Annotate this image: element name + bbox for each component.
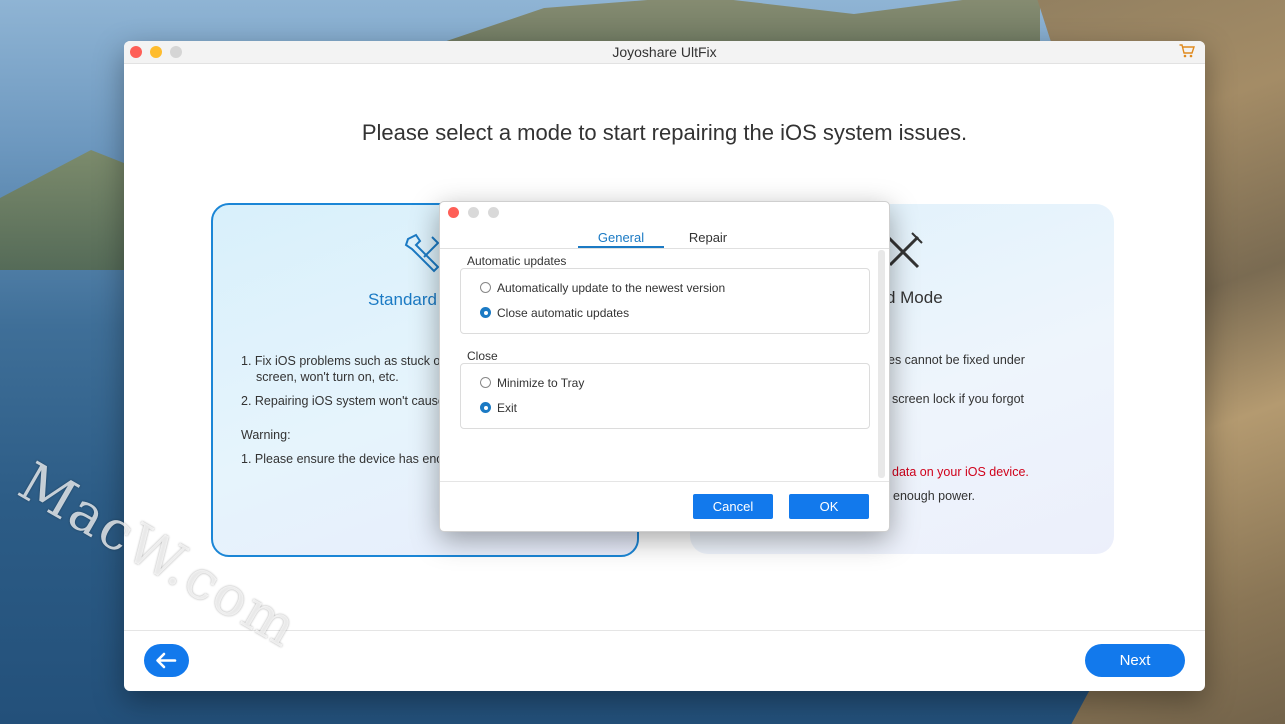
dialog-close-button[interactable] [448,207,459,218]
tab-divider [440,248,889,249]
advanced-feature-2: screen lock if you forgot [892,392,1025,406]
standard-feature-2: 2. Repairing iOS system won't cause a [241,394,456,408]
settings-dialog: General Repair Automatic updates Automat… [439,201,890,532]
automatic-updates-label: Automatic updates [467,254,567,268]
arrow-left-icon [156,652,177,669]
standard-mode-title: Standard [368,290,437,309]
advanced-warning-red: data on your iOS device. [892,465,1029,479]
page-headline: Please select a mode to start repairing … [361,120,968,145]
radio-button-selected[interactable] [480,402,491,413]
standard-feature-1: 1. Fix iOS problems such as stuck on [241,354,448,368]
tab-general[interactable]: General [578,230,664,245]
ok-button[interactable]: OK [789,494,869,519]
standard-warning-1: 1. Please ensure the device has enou [241,452,451,466]
dialog-minimize-button[interactable] [468,207,479,218]
radio-button[interactable] [480,377,491,388]
cancel-button[interactable]: Cancel [693,494,773,519]
wrench-screwdriver-icon [404,233,440,273]
radio-button[interactable] [480,282,491,293]
advanced-warning-2: enough power. [893,489,976,503]
radio-label: Automatically update to the newest versi… [497,281,726,295]
advanced-feature-1: es cannot be fixed under [888,353,1025,367]
close-group [460,363,870,429]
tab-repair[interactable]: Repair [676,230,740,245]
standard-warning-label: Warning: [241,428,291,442]
cart-icon[interactable] [1179,44,1195,58]
next-button[interactable]: Next [1085,644,1185,677]
dialog-footer-divider [440,481,889,482]
window-title: Joyoshare UltFix [612,44,717,60]
standard-feature-1-cont: screen, won't turn on, etc. [256,370,399,384]
radio-label: Exit [497,401,518,415]
radio-label: Close automatic updates [497,306,630,320]
dialog-scrollbar[interactable] [878,250,885,478]
automatic-updates-group [460,268,870,334]
radio-button-selected[interactable] [480,307,491,318]
title-bar[interactable]: Joyoshare UltFix [124,41,1205,64]
back-button[interactable] [144,644,189,677]
dialog-zoom-button[interactable] [488,207,499,218]
close-group-label: Close [467,349,498,363]
radio-label: Minimize to Tray [497,376,585,390]
